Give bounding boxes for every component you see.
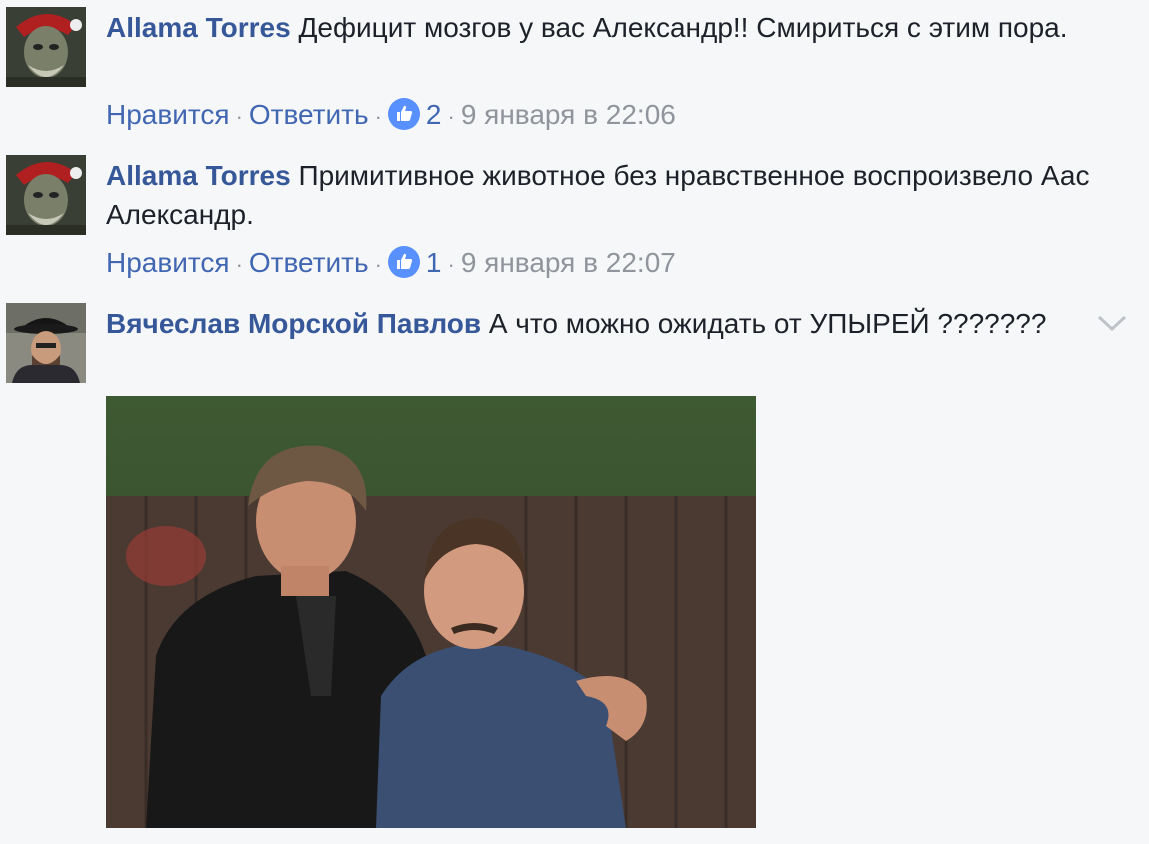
separator: · xyxy=(374,104,382,129)
comment-actions: Нравится · Ответить · 2 · 9 января в 22:06 xyxy=(106,97,676,135)
avatar[interactable] xyxy=(6,155,86,235)
separator: · xyxy=(235,104,243,129)
comment-body: Allama Torres Примитивное животное без н… xyxy=(106,156,1096,234)
thumbs-up-icon[interactable] xyxy=(387,246,420,278)
avatar[interactable] xyxy=(6,303,86,383)
like-count[interactable]: 2 xyxy=(426,99,442,130)
comment-author[interactable]: Allama Torres xyxy=(106,12,291,43)
comment-photo[interactable] xyxy=(106,396,756,828)
comment-body: Allama Torres Дефицит мозгов у вас Алекс… xyxy=(106,8,1096,47)
like-button[interactable]: Нравится xyxy=(106,247,230,278)
comment-text: Дефицит мозгов у вас Александр!! Смирить… xyxy=(298,12,1068,43)
comment-author[interactable]: Вячеслав Морской Павлов xyxy=(106,308,481,339)
comment-author[interactable]: Allama Torres xyxy=(106,160,291,191)
chevron-down-icon[interactable] xyxy=(1097,313,1127,333)
separator: · xyxy=(447,104,455,129)
comment-actions: Нравится · Ответить · 1 · 9 января в 22:07 xyxy=(106,245,676,283)
comment-timestamp[interactable]: 9 января в 22:06 xyxy=(461,99,676,130)
separator: · xyxy=(447,252,455,277)
thumbs-up-icon[interactable] xyxy=(387,98,420,130)
like-count[interactable]: 1 xyxy=(426,247,442,278)
comment-timestamp[interactable]: 9 января в 22:07 xyxy=(461,247,676,278)
comment-text: А что можно ожидать от УПЫРЕЙ ??????? xyxy=(488,308,1047,339)
like-button[interactable]: Нравится xyxy=(106,99,230,130)
separator: · xyxy=(374,252,382,277)
separator: · xyxy=(235,252,243,277)
comment-body: Вячеслав Морской Павлов А что можно ожид… xyxy=(106,304,1096,343)
avatar[interactable] xyxy=(6,7,86,87)
reply-button[interactable]: Ответить xyxy=(249,247,369,278)
reply-button[interactable]: Ответить xyxy=(249,99,369,130)
